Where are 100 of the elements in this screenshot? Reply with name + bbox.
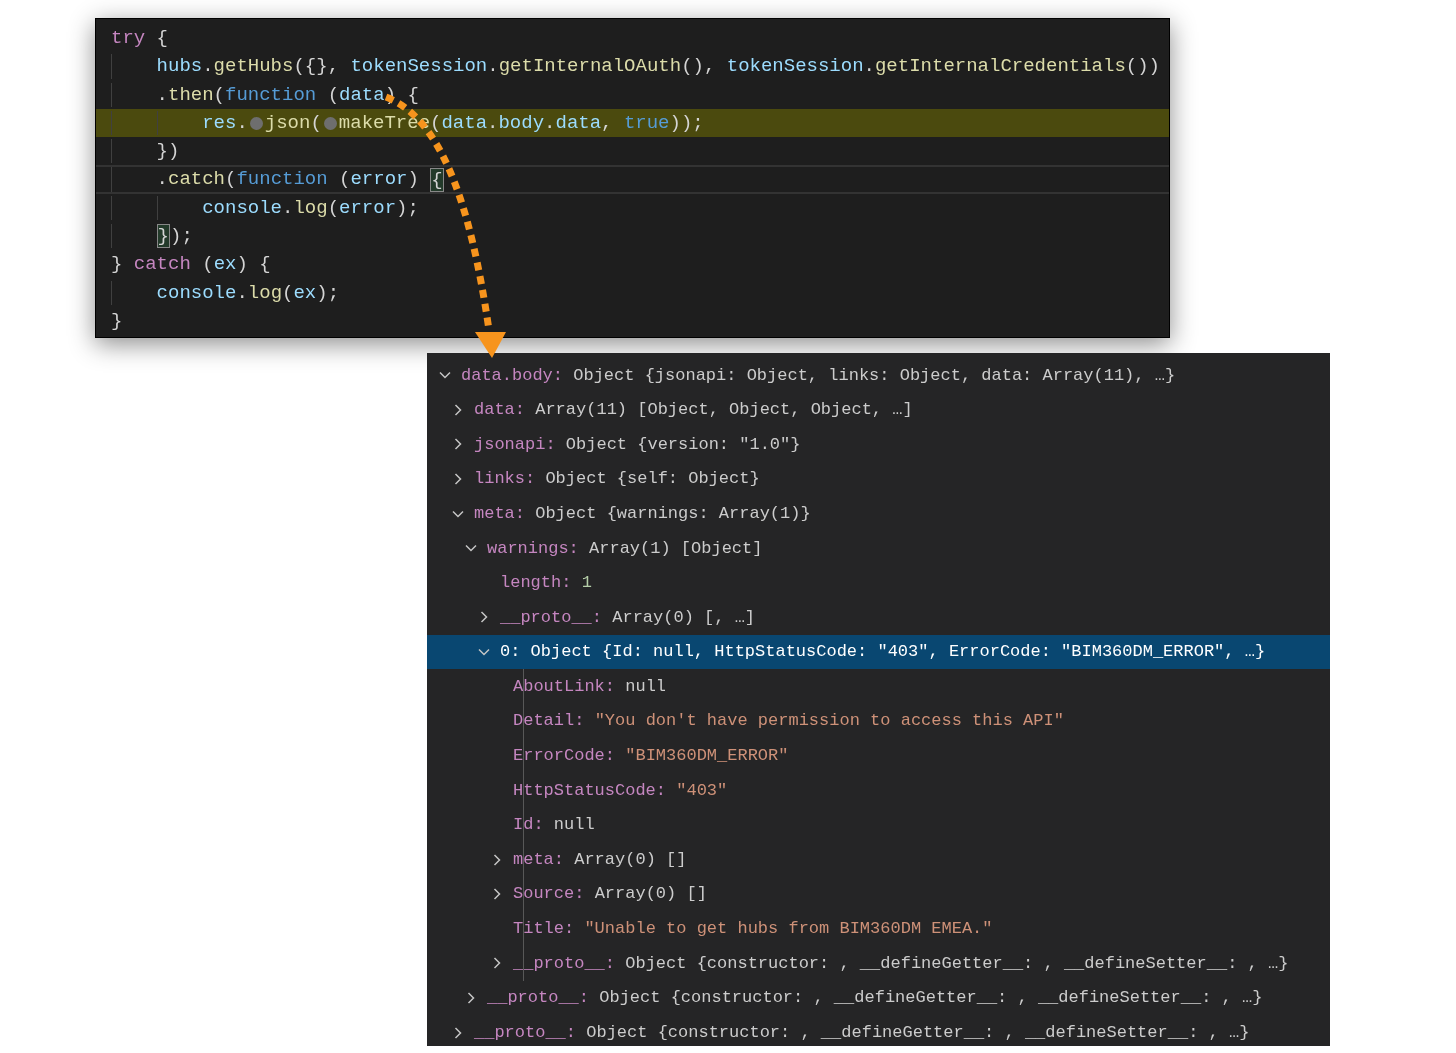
property-name: jsonapi: (474, 433, 556, 456)
chevron-right-icon[interactable] (452, 1026, 464, 1039)
property-name: AboutLink: (513, 675, 616, 698)
variable-token: console (156, 280, 237, 306)
chevron-right-icon[interactable] (465, 992, 477, 1004)
property-name: Source: (513, 883, 585, 906)
chevron-right-icon[interactable] (452, 403, 464, 416)
punctuation-token: { (155, 25, 169, 51)
punctuation-token: ()) (1125, 54, 1161, 80)
property-name: data: (474, 399, 525, 422)
bracket-token: { (430, 167, 444, 192)
variable-row[interactable]: jsonapi: Object {version: "1.0"} (427, 427, 1330, 462)
variable-token: error (339, 195, 397, 221)
punctuation-token: } (111, 252, 124, 278)
punctuation-token: . (863, 54, 875, 80)
property-value: Object {constructor: , __defineGetter__: , __defineSetter__: , …} (599, 987, 1263, 1010)
property-value: Object {Id: null, HttpStatusCode: "403", ErrorCode: "BIM360DM_ERROR", …} (530, 641, 1266, 664)
property-value: Array(11) [Object, Object, Object, …] (535, 399, 913, 422)
variable-row[interactable]: links: Object {self: Object} (427, 461, 1330, 497)
property-value: null (625, 675, 667, 698)
property-name: __proto__: (487, 987, 590, 1010)
variable-row[interactable]: Id: null (427, 807, 1330, 843)
property-name: Title: (513, 918, 575, 941)
punctuation-token: )); (669, 110, 704, 136)
property-value: Object {constructor: , __defineGetter__: , __defineSetter__: , …} (586, 1021, 1250, 1044)
variable-row[interactable]: length: 1 (427, 565, 1330, 601)
punctuation-token: ); (316, 280, 340, 306)
punctuation-token: ( (225, 167, 237, 193)
property-value: Array(1) [Object] (589, 537, 763, 560)
variable-row[interactable]: warnings: Array(1) [Object] (427, 530, 1330, 566)
variable-row[interactable]: data: Array(11) [Object, Object, Object, …] (427, 392, 1330, 428)
variable-token: ex (293, 280, 317, 306)
punctuation-token: . (236, 280, 248, 306)
punctuation-token: . (236, 110, 248, 136)
punctuation-token: . (544, 110, 556, 136)
function-token: getHubs (213, 54, 294, 80)
punctuation-token: ); (170, 224, 193, 249)
punctuation-token: ) (407, 167, 420, 193)
variable-row[interactable]: Source: Array(0) [] (427, 876, 1330, 912)
property-name: meta: (513, 848, 564, 871)
variable-row[interactable]: __proto__: Object {constructor: , __defineGetter__: , __defineSetter__: , …} (427, 946, 1330, 981)
chevron-right-icon[interactable] (491, 957, 503, 970)
property-value: "BIM360DM_ERROR" (625, 745, 789, 768)
punctuation-token: ( (326, 82, 340, 108)
property-value: null (553, 814, 595, 837)
variable-row[interactable]: meta: Object {warnings: Array(1)} (427, 496, 1330, 531)
variable-token: tokenSession (350, 54, 488, 80)
variable-token: console (202, 195, 282, 221)
function-token: then (168, 82, 214, 108)
property-value: 1 (581, 572, 592, 595)
punctuation-token: ( (282, 280, 294, 306)
chevron-right-icon[interactable] (452, 473, 464, 486)
property-name: __proto__: (513, 952, 616, 975)
chevron-right-icon[interactable] (491, 853, 503, 866)
punctuation-token: ); (396, 195, 419, 221)
punctuation-token: ({}, (293, 54, 341, 80)
punctuation-token: . (487, 54, 499, 80)
punctuation-token: ( (327, 195, 340, 221)
bracket-token: } (156, 224, 170, 249)
punctuation-token: . (202, 54, 214, 80)
variable-token: ex (213, 252, 237, 278)
property-value: "403" (676, 779, 728, 802)
chevron-right-icon[interactable] (478, 611, 490, 624)
variable-row[interactable]: meta: Array(0) [] (427, 842, 1330, 877)
property-value: Array(0) [, …] (612, 606, 756, 629)
variable-row[interactable]: AboutLink: null (427, 669, 1330, 704)
property-value: "Unable to get hubs from BIM360DM EMEA." (584, 918, 993, 941)
variable-row[interactable]: data.body: Object {jsonapi: Object, links: Object, data: Array(11), …} (427, 358, 1330, 393)
property-name: meta: (474, 502, 525, 525)
variable-row[interactable]: Detail: "You don't have permission to access this API" (427, 703, 1330, 739)
variable-row[interactable]: __proto__: Array(0) [, …] (427, 600, 1330, 635)
variable-row[interactable]: __proto__: Object {constructor: , __defineGetter__: , __defineSetter__: , …} (427, 980, 1330, 1016)
property-name: 0: (500, 641, 521, 664)
property-value: Object {constructor: , __defineGetter__: , __defineSetter__: , …} (625, 952, 1289, 975)
punctuation-token: ( (201, 252, 214, 278)
function-token: getInternalCredentials (874, 54, 1126, 80)
property-name: length: (500, 572, 572, 595)
property-value: Object {warnings: Array(1)} (535, 502, 811, 525)
property-value: Array(0) [] (594, 883, 707, 906)
property-value: Array(0) [] (574, 848, 687, 871)
chevron-right-icon[interactable] (491, 888, 503, 901)
function-token: json (264, 110, 311, 136)
punctuation-token: . (282, 195, 294, 221)
variable-row[interactable]: 0: Object {Id: null, HttpStatusCode: "403", ErrorCode: "BIM360DM_ERROR", …} (427, 634, 1330, 670)
variable-row[interactable]: __proto__: Object {constructor: , __defineGetter__: , __defineSetter__: , …} (427, 1015, 1330, 1046)
variable-row[interactable]: Title: "Unable to get hubs from BIM360DM EMEA." (427, 911, 1330, 947)
inline-breakpoint-icon (323, 116, 337, 130)
punctuation-token: } (111, 308, 123, 334)
property-name: HttpStatusCode: (513, 779, 667, 802)
property-name: __proto__: (500, 606, 603, 629)
function-token: log (247, 280, 283, 306)
variable-row[interactable]: HttpStatusCode: "403" (427, 773, 1330, 808)
property-value: Object {self: Object} (545, 468, 760, 491)
punctuation-token: (), (681, 54, 717, 80)
variable-row[interactable]: ErrorCode: "BIM360DM_ERROR" (427, 738, 1330, 774)
property-name: __proto__: (474, 1021, 577, 1044)
variable-token: data (555, 110, 602, 136)
chevron-right-icon[interactable] (452, 438, 464, 451)
punctuation-token: ( (310, 110, 322, 136)
punctuation-token: }) (156, 139, 180, 165)
